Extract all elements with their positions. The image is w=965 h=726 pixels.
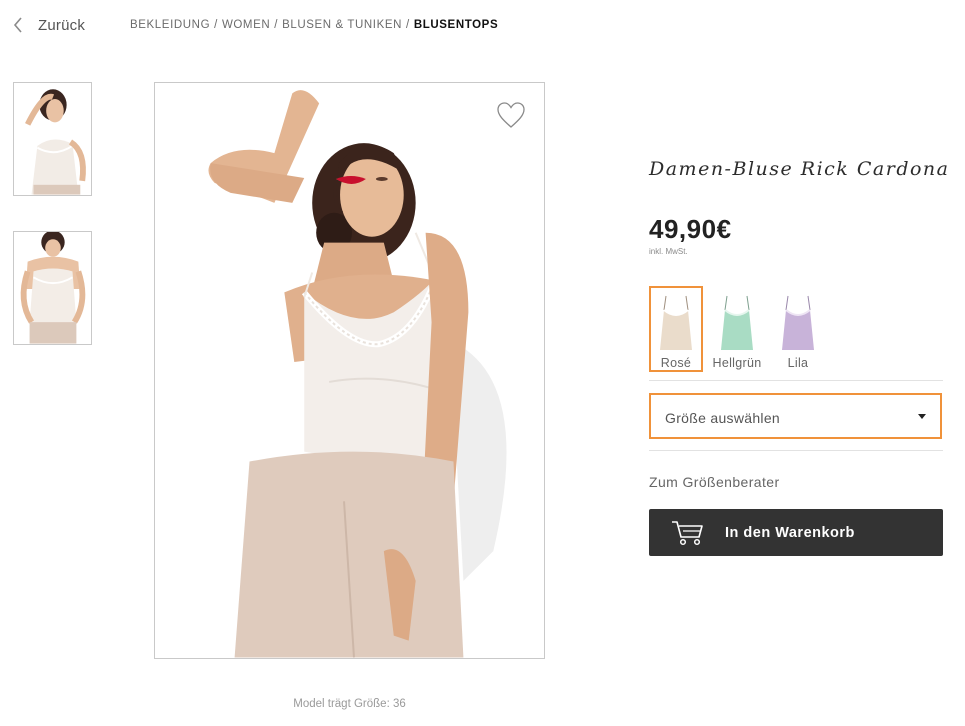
- main-product-image: [154, 82, 545, 659]
- color-swatch-lila[interactable]: Lila: [771, 286, 825, 372]
- size-select[interactable]: Größe auswählen: [649, 393, 942, 439]
- size-select-placeholder: Größe auswählen: [665, 410, 781, 426]
- camisole-lila-icon: [782, 295, 814, 350]
- breadcrumb: BEKLEIDUNG / WOMEN / BLUSEN & TUNIKEN / BLUSEN…: [130, 19, 499, 31]
- color-label-hellgruen: Hellgrün: [712, 356, 762, 370]
- breadcrumb-item-bekleidung[interactable]: BEKLEIDUNG: [130, 19, 210, 31]
- heart-icon[interactable]: [495, 99, 527, 131]
- color-label-rose: Rosé: [660, 356, 692, 370]
- product-thumbnail-image: [14, 83, 91, 195]
- chevron-left-icon: [13, 17, 22, 33]
- divider: [649, 450, 943, 451]
- breadcrumb-item-women[interactable]: WOMEN: [222, 19, 270, 31]
- product-price: 49,90€: [649, 214, 732, 244]
- size-guide-link[interactable]: Zum Größenberater: [649, 474, 780, 490]
- color-swatch-hellgruen[interactable]: Hellgrün: [707, 286, 767, 372]
- vat-note: inkl. MwSt.: [649, 247, 688, 256]
- color-swatch-rose[interactable]: Rosé: [649, 286, 703, 372]
- model-photo: [155, 83, 544, 658]
- back-label: Zurück: [38, 16, 86, 34]
- shopping-cart-icon: [672, 520, 703, 545]
- color-label-lila: Lila: [787, 356, 809, 370]
- camisole-green-icon: [721, 295, 753, 350]
- gallery-thumbnail-2[interactable]: [13, 231, 92, 345]
- add-to-cart-label: In den Warenkorb: [725, 524, 855, 541]
- color-swatches: Rosé Hellgrün Lila: [649, 286, 825, 372]
- add-to-cart-button[interactable]: In den Warenkorb: [649, 509, 943, 556]
- camisole-rose-icon: [660, 295, 692, 350]
- model-size-note: Model trägt Größe: 36: [293, 698, 406, 710]
- breadcrumb-current: BLUSENTOPS: [413, 19, 499, 31]
- gallery-thumbnail-1[interactable]: [13, 82, 92, 196]
- caret-down-icon: [918, 413, 926, 419]
- breadcrumb-item-blusen-tuniken[interactable]: BLUSEN & TUNIKEN: [282, 19, 402, 31]
- product-thumbnail-image: [14, 232, 91, 344]
- divider: [649, 380, 943, 381]
- back-link[interactable]: Zurück: [12, 16, 85, 34]
- product-title: Damen-Bluse Rick Cardona: [649, 158, 950, 180]
